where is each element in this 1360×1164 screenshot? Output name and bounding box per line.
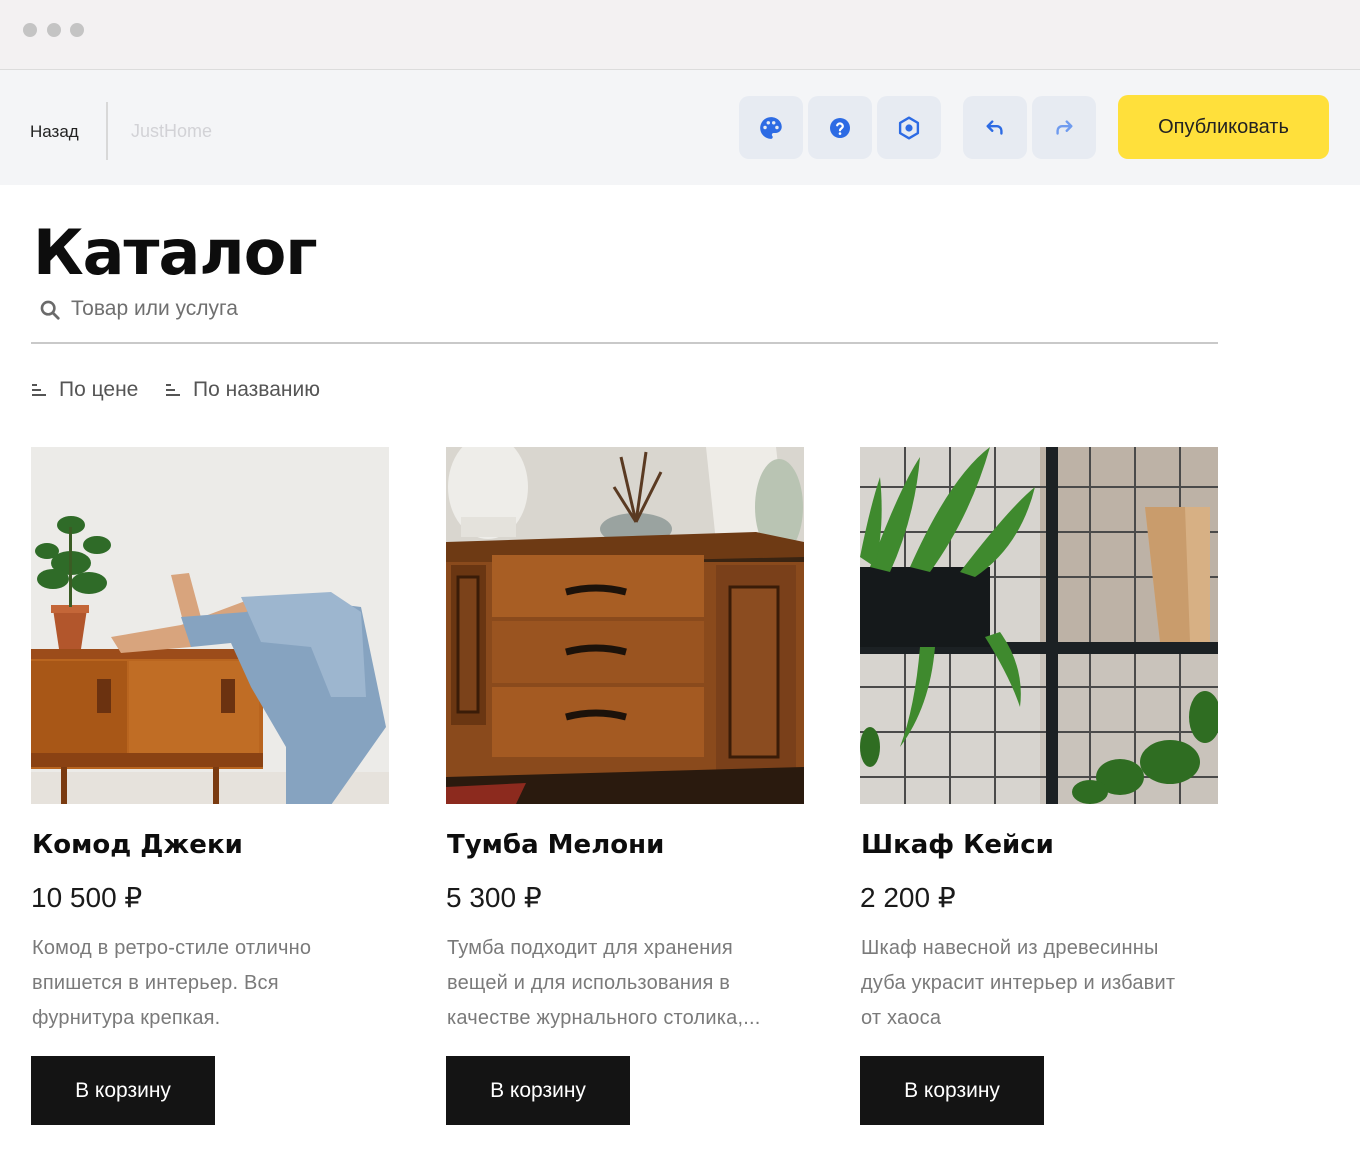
description-line: от хаоса bbox=[861, 1007, 942, 1029]
settings-hex-icon bbox=[898, 116, 920, 139]
sort-by-price[interactable]: По цене bbox=[31, 378, 138, 402]
sort-price-label: По цене bbox=[59, 378, 139, 401]
search-icon bbox=[40, 300, 60, 320]
window-maximize-dot[interactable] bbox=[70, 23, 84, 37]
page-title: Каталог bbox=[33, 216, 318, 289]
sort-icon bbox=[166, 384, 180, 396]
product-photo[interactable] bbox=[31, 447, 389, 804]
window-close-dot[interactable] bbox=[23, 23, 37, 37]
product-price: 10 500 ₽ bbox=[31, 882, 143, 913]
palette-icon bbox=[760, 116, 782, 139]
product-card: Комод Джеки 10 500 ₽ Комод в ретро-стиле… bbox=[31, 447, 389, 1125]
toolbar-divider bbox=[106, 102, 108, 160]
product-description: Комод в ретро-стиле отлично впишется в и… bbox=[32, 931, 394, 1036]
theme-button[interactable] bbox=[739, 96, 803, 159]
product-price: 2 200 ₽ bbox=[860, 882, 956, 913]
publish-button[interactable]: Опубликовать bbox=[1118, 95, 1329, 159]
window-titlebar bbox=[0, 0, 1360, 70]
redo-icon bbox=[1056, 119, 1073, 135]
description-line: впишется в интерьер. Вся bbox=[32, 972, 279, 994]
description-line: Тумба подходит для хранения bbox=[447, 937, 733, 959]
product-photo[interactable] bbox=[446, 447, 804, 804]
sort-by-name[interactable]: По названию bbox=[165, 378, 320, 402]
add-to-cart-button[interactable]: В корзину bbox=[446, 1056, 630, 1125]
product-description: Шкаф навесной из древесинны дуба украсит… bbox=[861, 931, 1223, 1036]
description-line: дуба украсит интерьер и избавит bbox=[861, 972, 1176, 994]
search-input[interactable] bbox=[71, 294, 671, 324]
undo-button[interactable] bbox=[963, 96, 1027, 159]
sort-icon bbox=[32, 384, 46, 396]
undo-icon bbox=[986, 119, 1003, 135]
product-title[interactable]: Комод Джеки bbox=[32, 830, 243, 860]
product-title[interactable]: Тумба Мелони bbox=[447, 830, 664, 860]
settings-button[interactable] bbox=[877, 96, 941, 159]
back-link[interactable]: Назад bbox=[30, 122, 79, 142]
product-title[interactable]: Шкаф Кейси bbox=[861, 830, 1054, 860]
description-line: Шкаф навесной из древесинны bbox=[861, 937, 1159, 959]
redo-button[interactable] bbox=[1032, 96, 1096, 159]
add-to-cart-button[interactable]: В корзину bbox=[860, 1056, 1044, 1125]
description-line: Комод в ретро-стиле отлично bbox=[32, 937, 312, 959]
description-line: качестве журнального столика,... bbox=[447, 1007, 761, 1029]
window-minimize-dot[interactable] bbox=[47, 23, 61, 37]
site-name: JustHome bbox=[131, 121, 213, 141]
product-photo[interactable] bbox=[860, 447, 1218, 804]
sort-name-label: По названию bbox=[193, 378, 320, 401]
description-line: фурнитура крепкая. bbox=[32, 1007, 221, 1029]
product-card: Шкаф Кейси 2 200 ₽ Шкаф навесной из древ… bbox=[860, 447, 1218, 1125]
product-card: Тумба Мелони 5 300 ₽ Тумба подходит для … bbox=[446, 447, 804, 1125]
product-description: Тумба подходит для хранения вещей и для … bbox=[447, 931, 809, 1036]
help-icon bbox=[830, 117, 850, 138]
help-button[interactable] bbox=[808, 96, 872, 159]
add-to-cart-button[interactable]: В корзину bbox=[31, 1056, 215, 1125]
search-bar bbox=[31, 290, 1218, 344]
description-line: вещей и для использования в bbox=[447, 972, 731, 994]
product-price: 5 300 ₽ bbox=[446, 882, 542, 913]
